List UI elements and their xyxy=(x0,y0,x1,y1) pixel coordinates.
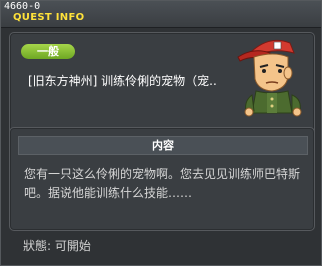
quest-status: 狀態: 可開始 xyxy=(23,239,91,253)
quest-category-badge: 一般 xyxy=(21,44,75,59)
quest-info-window: 4660-0 QUEST INFO 一般 [旧东方神州] 训练伶俐的宠物（宠.. xyxy=(0,0,322,266)
content-header: 内容 xyxy=(18,136,308,155)
npc-portrait-icon xyxy=(230,33,314,118)
window-title: QUEST INFO xyxy=(13,12,85,23)
title-bar[interactable]: 4660-0 QUEST INFO xyxy=(1,1,321,28)
content-body: 您有一只这么伶俐的宠物啊。您去见见训练师巴特斯吧。据说他能训练什么技能…… xyxy=(24,167,301,200)
quest-id: 4660-0 xyxy=(4,1,41,12)
quest-name: [旧东方神州] 训练伶俐的宠物（宠.. xyxy=(28,74,217,88)
quest-content-panel: 内容 您有一只这么伶俐的宠物啊。您去见见训练师巴特斯吧。据说他能训练什么技能…… xyxy=(9,127,315,231)
